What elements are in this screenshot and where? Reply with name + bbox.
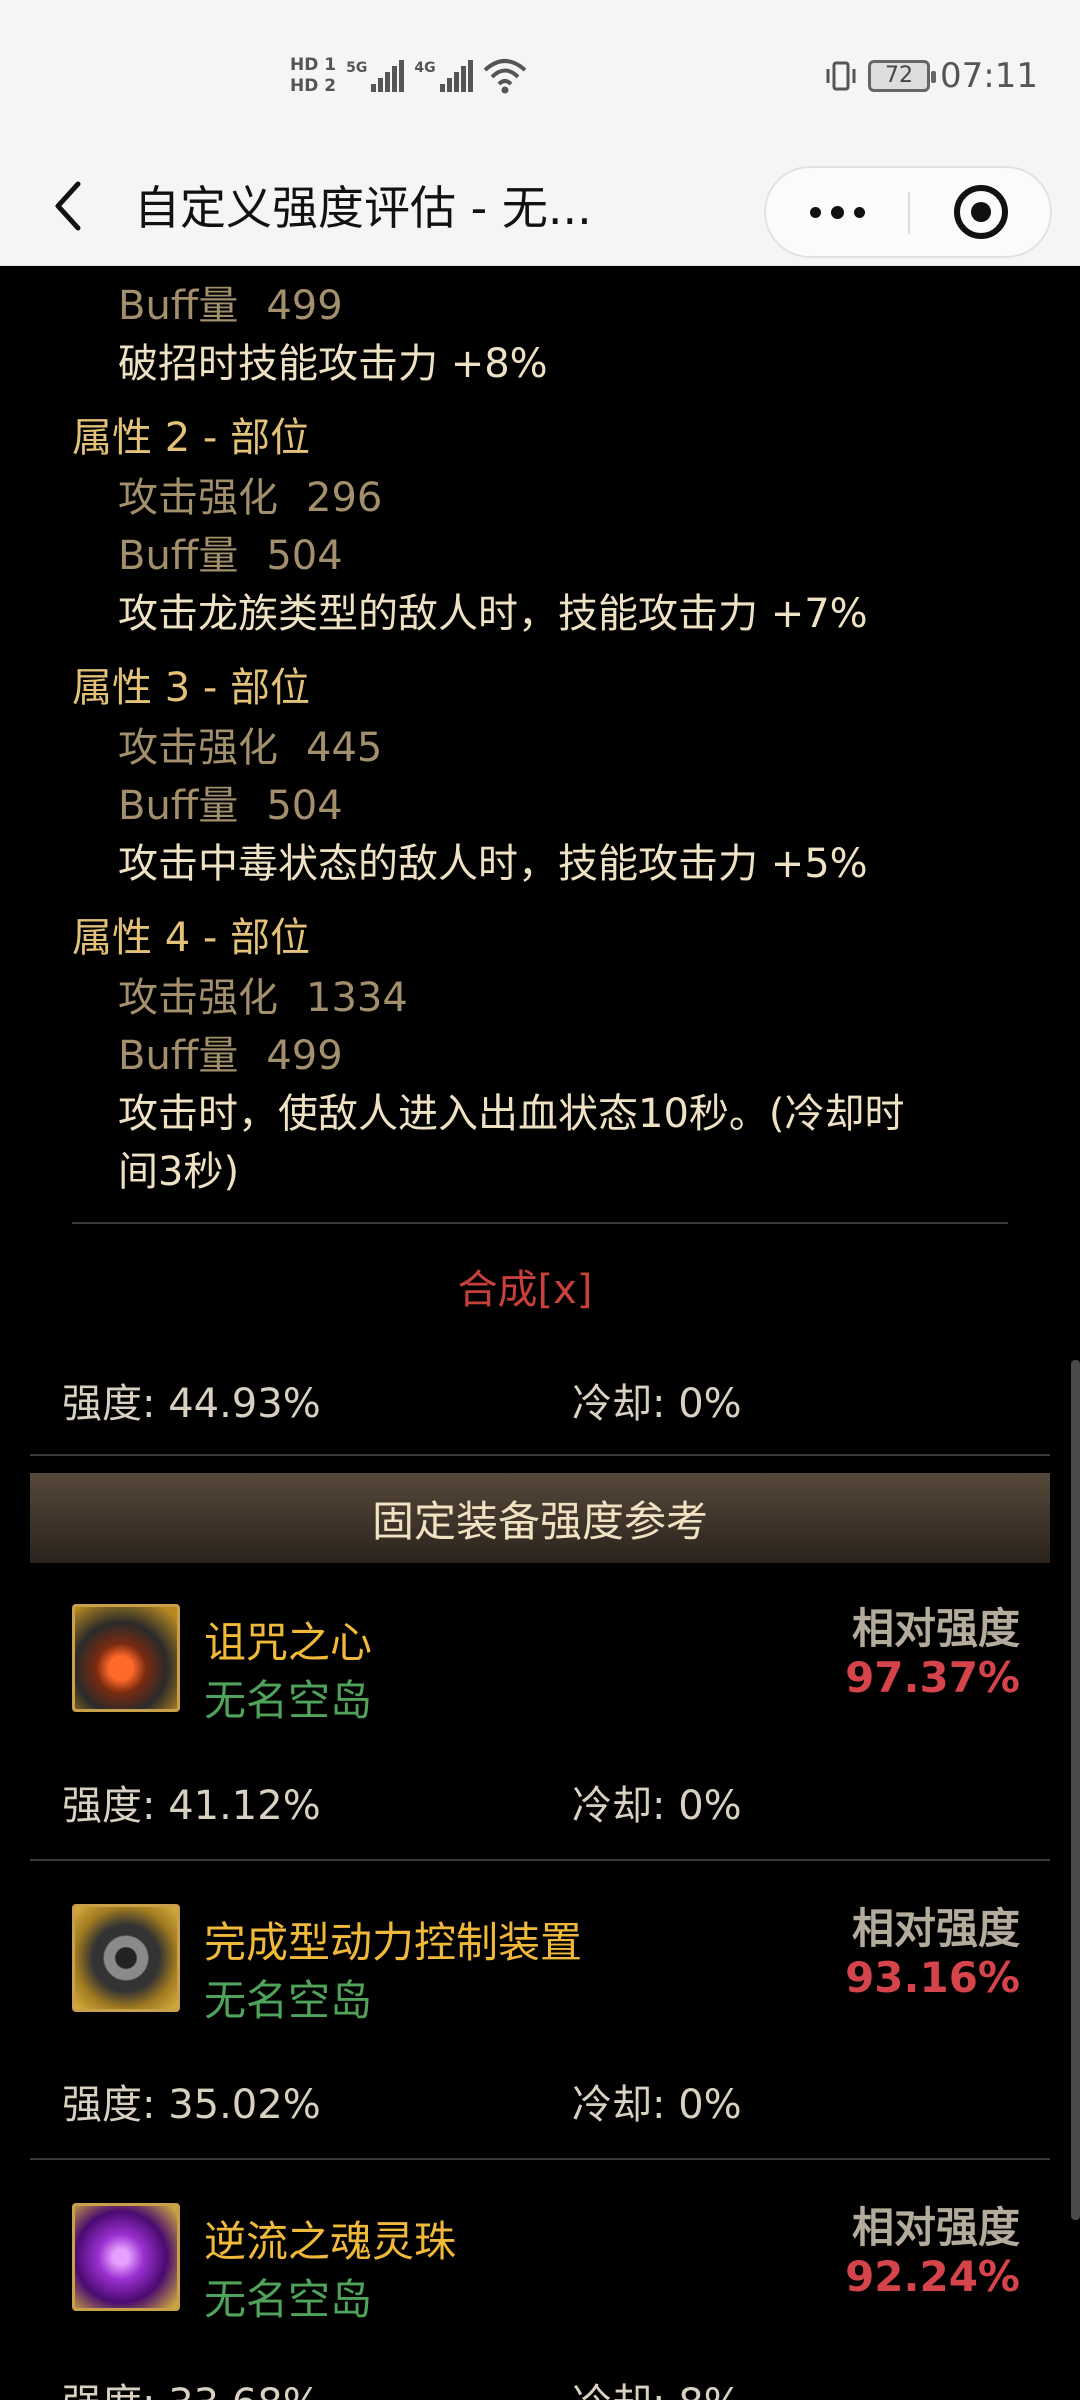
item-cooldown: 冷却: 0% <box>572 1783 742 1829</box>
atk-label: 攻击强化 <box>118 975 278 1021</box>
item-source: 无名空岛 <box>204 1676 373 1725</box>
attribute-4-effect-line2: 间3秒) <box>118 1149 240 1195</box>
top-effect: 破招时技能攻击力 +8% <box>118 341 548 387</box>
atk-label: 攻击强化 <box>118 725 278 771</box>
hd2-label: HD 2 <box>290 76 337 96</box>
atk-value: 1334 <box>306 975 408 1021</box>
item-strength: 强度: 33.68% <box>62 2371 321 2400</box>
more-dot-icon <box>830 205 844 219</box>
wifi-icon <box>483 59 526 94</box>
status-left: HD 1 HD 2 5G 4G <box>290 46 527 106</box>
divider <box>72 1222 1008 1224</box>
attribute-4-atk-row: 攻击强化 1334 <box>118 965 408 1023</box>
battery-icon: 72 <box>868 60 937 92</box>
vibrate-icon <box>826 61 856 91</box>
buff-label: Buff量 <box>118 783 239 829</box>
buff-label: Buff量 <box>118 1033 239 1079</box>
page-title: 自定义强度评估 - 无... <box>134 181 592 235</box>
relative-strength-label: 相对强度 <box>851 1604 1020 1653</box>
attribute-4-effect-line1: 攻击时，使敌人进入出血状态10秒。(冷却时 <box>118 1091 905 1137</box>
back-arrow-icon[interactable] <box>44 170 92 242</box>
attribute-2-atk-row: 攻击强化 296 <box>118 465 382 523</box>
item-source: 无名空岛 <box>204 1976 373 2025</box>
attribute-3-buff-row: Buff量 504 <box>118 773 343 831</box>
divider <box>30 2158 1050 2160</box>
hd-indicators: HD 1 HD 2 <box>290 57 336 95</box>
item-source: 无名空岛 <box>204 2275 373 2324</box>
more-dot-icon <box>809 206 821 218</box>
attribute-4-header: 属性 4 - 部位 <box>72 915 311 961</box>
item-cooldown: 冷却: 0% <box>572 2082 742 2128</box>
synth-strength: 强度: 44.93% <box>62 1381 321 1427</box>
item-strength: 强度: 35.02% <box>62 2082 321 2128</box>
top-buff-row: Buff量 499 <box>118 273 343 331</box>
attribute-3-atk-row: 攻击强化 445 <box>118 715 382 773</box>
relative-strength-value: 92.24% <box>845 2252 1020 2301</box>
more-dot-icon <box>853 206 865 218</box>
mini-program-capsule <box>764 166 1052 258</box>
item-strength: 强度: 41.12% <box>62 1783 321 1829</box>
title-bar: 自定义强度评估 - 无... <box>0 150 1080 266</box>
buff-label: Buff量 <box>118 283 239 329</box>
item-name[interactable]: 逆流之魂灵珠 <box>204 2208 456 2269</box>
status-bar: HD 1 HD 2 5G 4G 72 07:11 <box>0 0 1080 150</box>
atk-label: 攻击强化 <box>118 475 278 521</box>
signal-5g-label: 5G <box>346 60 368 76</box>
item-name[interactable]: 完成型动力控制装置 <box>204 1909 582 1970</box>
item-cooldown: 冷却: 8% <box>572 2371 742 2400</box>
attribute-4-buff-row: Buff量 499 <box>118 1023 343 1081</box>
cursed-heart-icon[interactable] <box>72 1604 180 1712</box>
relative-strength-label: 相对强度 <box>851 2203 1020 2252</box>
close-button[interactable] <box>912 168 1050 256</box>
fixed-equipment-section-header: 固定装备强度参考 <box>30 1473 1050 1563</box>
synth-cooldown: 冷却: 0% <box>572 1381 742 1427</box>
divider <box>30 1454 1050 1456</box>
clock: 07:11 <box>940 56 1038 96</box>
target-close-icon <box>954 185 1008 239</box>
power-control-device-icon[interactable] <box>72 1904 180 2012</box>
status-right: 72 07:11 <box>824 56 1038 96</box>
buff-value: 504 <box>266 783 343 829</box>
more-options-button[interactable] <box>766 168 908 256</box>
signal-4g-label: 4G <box>414 60 436 76</box>
signal-4g-icon: 4G <box>414 60 473 92</box>
soul-orb-icon[interactable] <box>72 2203 180 2311</box>
capsule-divider <box>908 192 910 234</box>
hd1-label: HD 1 <box>290 55 337 75</box>
main-content[interactable]: Buff量 499 破招时技能攻击力 +8% 属性 2 - 部位 攻击强化 296 … <box>0 267 1080 2400</box>
synth-toggle-link[interactable]: 合成[x] <box>0 1257 1050 1315</box>
section-title: 固定装备强度参考 <box>371 1496 708 1546</box>
atk-value: 445 <box>306 725 383 771</box>
attribute-3-effect: 攻击中毒状态的敌人时，技能攻击力 +5% <box>118 841 868 887</box>
buff-value: 499 <box>266 283 343 329</box>
divider <box>30 1859 1050 1861</box>
item-name[interactable]: 诅咒之心 <box>204 1609 372 1670</box>
attribute-2-header: 属性 2 - 部位 <box>72 415 311 461</box>
signal-5g-icon: 5G <box>346 60 405 92</box>
buff-value: 499 <box>266 1033 343 1079</box>
buff-label: Buff量 <box>118 533 239 579</box>
attribute-2-buff-row: Buff量 504 <box>118 523 343 581</box>
scrollbar[interactable] <box>1071 1360 1080 2220</box>
relative-strength-value: 97.37% <box>845 1653 1020 1702</box>
relative-strength-value: 93.16% <box>845 1953 1020 2002</box>
attribute-2-effect: 攻击龙族类型的敌人时，技能攻击力 +7% <box>118 591 868 637</box>
buff-value: 504 <box>266 533 343 579</box>
battery-level: 72 <box>885 63 914 88</box>
atk-value: 296 <box>306 475 383 521</box>
relative-strength-label: 相对强度 <box>851 1904 1020 1953</box>
attribute-3-header: 属性 3 - 部位 <box>72 665 311 711</box>
